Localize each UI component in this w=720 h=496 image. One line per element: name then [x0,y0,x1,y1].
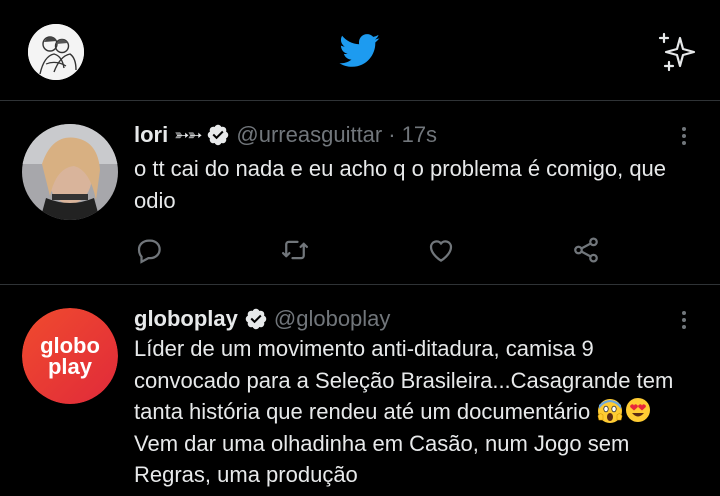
top-header [0,0,720,101]
tweet[interactable]: lori ➳➳ @urreasguittar · 17s o tt cai do… [0,102,720,285]
tweet[interactable]: globo play globoplay @globoplay Líder de… [0,286,720,496]
tweet-text-part2: Vem dar uma olhadinha em Casão, num Jogo… [134,430,630,488]
screaming-face-emoji [597,399,623,423]
tweet-text: o tt cai do nada e eu acho q o problema … [134,156,667,213]
sparkle-icon[interactable] [654,30,698,74]
twitter-logo-shape [339,34,380,67]
name-suffix: ➳➳ [174,125,202,145]
avatar-photo [22,124,118,220]
tweet-text-part1: Líder de um movimento anti-ditadura, cam… [134,336,674,424]
tweet-author-avatar[interactable] [22,124,118,220]
author-handle[interactable]: @urreasguittar [236,120,382,150]
heart-eyes-emoji [626,398,651,422]
more-options-icon[interactable] [672,124,696,148]
author-name[interactable]: lori [134,120,168,150]
tweet-header: lori ➳➳ @urreasguittar · 17s [134,120,437,150]
tweet-author-avatar[interactable]: globo play [22,308,118,404]
share-icon[interactable] [571,235,601,265]
avatar-text-line2: play [48,354,93,379]
avatar-illustration [28,24,84,80]
verified-badge-icon [245,308,267,330]
verified-badge-icon [208,124,229,146]
twitter-home-timeline: lori ➳➳ @urreasguittar · 17s o tt cai do… [0,0,720,496]
retweet-icon[interactable] [280,235,310,265]
tweet-timestamp[interactable]: 17s [402,120,437,150]
sparkle-shape [658,32,696,72]
author-handle[interactable]: @globoplay [274,304,391,334]
more-options-icon[interactable] [672,308,696,332]
profile-avatar[interactable] [28,24,84,80]
author-name[interactable]: globoplay [134,304,238,334]
separator-dot: · [388,122,396,147]
tweet-actions [134,235,604,265]
globoplay-logo: globo play [22,308,118,404]
twitter-bird-icon[interactable] [339,34,381,68]
like-icon[interactable] [426,235,456,265]
tweet-header: globoplay @globoplay [134,304,390,334]
reply-icon[interactable] [134,235,164,265]
tweet-text: Líder de um movimento anti-ditadura, cam… [134,333,694,491]
